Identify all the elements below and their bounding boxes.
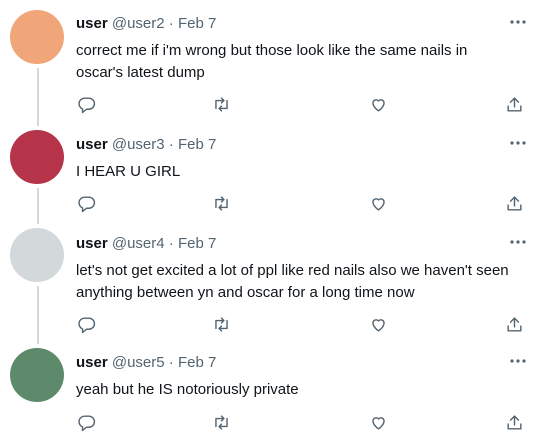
retweet-icon[interactable] — [210, 93, 232, 115]
reply-icon[interactable] — [75, 313, 97, 335]
heart-icon[interactable] — [367, 93, 389, 115]
heart-icon[interactable] — [367, 411, 389, 433]
more-icon[interactable] — [508, 15, 528, 29]
heart-icon[interactable] — [367, 192, 389, 214]
retweet-icon[interactable] — [210, 192, 232, 214]
thread-line — [37, 188, 39, 224]
display-name[interactable]: user — [76, 235, 108, 252]
avatar[interactable] — [10, 228, 64, 282]
more-icon[interactable] — [508, 235, 528, 249]
tweet-header: user @user2 · Feb 7 — [76, 14, 216, 34]
tweet-date[interactable]: Feb 7 — [178, 354, 216, 371]
user-handle[interactable]: @user3 — [112, 136, 165, 153]
tweet-header: user @user5 · Feb 7 — [76, 353, 216, 373]
display-name[interactable]: user — [76, 15, 108, 32]
user-handle[interactable]: @user5 — [112, 354, 165, 371]
display-name[interactable]: user — [76, 354, 108, 371]
tweet-date[interactable]: Feb 7 — [178, 15, 216, 32]
thread-line — [37, 286, 39, 344]
tweet-date[interactable]: Feb 7 — [178, 136, 216, 153]
tweet-text: I HEAR U GIRL — [76, 163, 181, 180]
separator: · — [168, 354, 174, 371]
tweet-text: yeah but he IS notoriously private — [76, 381, 299, 398]
tweet-header: user @user3 · Feb 7 — [76, 135, 216, 155]
tweet-text: let's not get excited a lot of ppl like … — [76, 262, 509, 301]
heart-icon[interactable] — [367, 313, 389, 335]
share-icon[interactable] — [503, 411, 525, 433]
user-handle[interactable]: @user4 — [112, 235, 165, 252]
share-icon[interactable] — [503, 192, 525, 214]
display-name[interactable]: user — [76, 136, 108, 153]
retweet-icon[interactable] — [210, 411, 232, 433]
retweet-icon[interactable] — [210, 313, 232, 335]
avatar[interactable] — [10, 348, 64, 402]
separator: · — [168, 15, 174, 32]
user-handle[interactable]: @user2 — [112, 15, 165, 32]
tweet-text: correct me if i'm wrong but those look l… — [76, 42, 468, 81]
reply-icon[interactable] — [75, 93, 97, 115]
reply-icon[interactable] — [75, 411, 97, 433]
separator: · — [168, 235, 174, 252]
thread-line — [37, 68, 39, 126]
share-icon[interactable] — [503, 313, 525, 335]
more-icon[interactable] — [508, 136, 528, 150]
avatar[interactable] — [10, 130, 64, 184]
avatar[interactable] — [10, 10, 64, 64]
tweet-header: user @user4 · Feb 7 — [76, 234, 216, 254]
reply-icon[interactable] — [75, 192, 97, 214]
tweet-date[interactable]: Feb 7 — [178, 235, 216, 252]
more-icon[interactable] — [508, 354, 528, 368]
separator: · — [168, 136, 174, 153]
share-icon[interactable] — [503, 93, 525, 115]
